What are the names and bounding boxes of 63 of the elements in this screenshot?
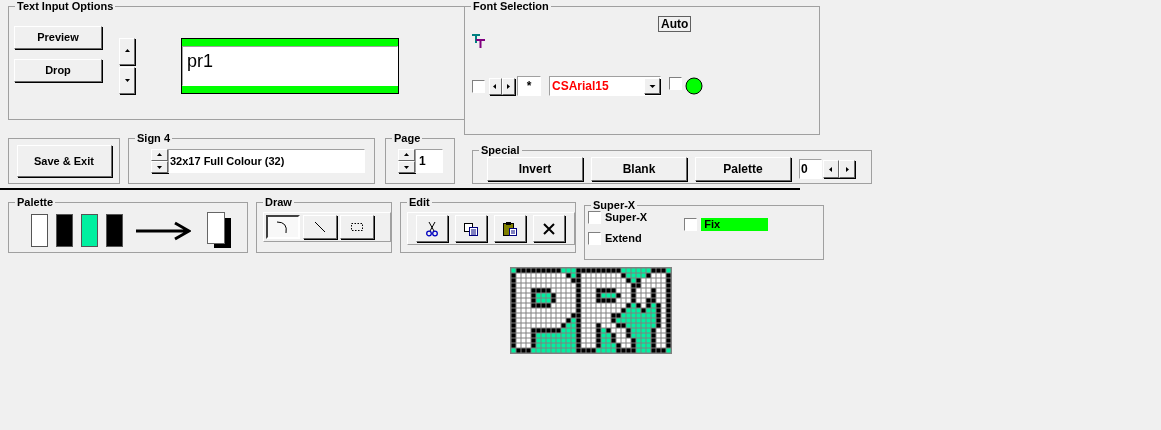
color-swatch[interactable] bbox=[81, 214, 98, 247]
arrow-left-button[interactable] bbox=[823, 160, 839, 178]
pixel-grid-drawing[interactable] bbox=[510, 267, 672, 354]
arrow-left-button[interactable] bbox=[489, 77, 502, 95]
checkbox[interactable] bbox=[588, 232, 601, 245]
color-swatch[interactable] bbox=[56, 214, 73, 247]
action-button[interactable]: Blank bbox=[591, 157, 687, 181]
spin-down-button[interactable] bbox=[119, 67, 135, 94]
group-title: Draw bbox=[264, 196, 293, 208]
rectangle-select-icon bbox=[350, 221, 364, 233]
status-dot-icon bbox=[685, 77, 703, 95]
arrow-down-icon bbox=[122, 76, 132, 85]
spin-up-button[interactable] bbox=[151, 149, 168, 161]
text-input-field[interactable]: pr1 bbox=[182, 46, 398, 86]
save-exit-button[interactable]: Save & Exit bbox=[16, 145, 112, 177]
group-title: Palette bbox=[16, 196, 55, 208]
copy-icon bbox=[463, 221, 479, 236]
clipboard-icon bbox=[502, 220, 518, 237]
group-title: Edit bbox=[408, 196, 431, 208]
action-button[interactable]: Drop bbox=[14, 59, 102, 82]
group-title: Super-X bbox=[592, 199, 637, 211]
font-icon bbox=[472, 34, 485, 48]
edit-tool-button[interactable] bbox=[533, 215, 565, 242]
page-field[interactable]: 1 bbox=[415, 149, 443, 173]
delete-icon bbox=[542, 221, 556, 236]
option-label: Fix bbox=[701, 218, 769, 231]
line-icon bbox=[313, 220, 327, 234]
group-title: Sign 4 bbox=[136, 132, 171, 144]
spin-field[interactable]: * bbox=[517, 76, 541, 96]
sign-type-field[interactable]: 32x17 Full Colour (32) bbox=[168, 149, 365, 173]
auto-button[interactable]: Auto bbox=[658, 16, 692, 32]
font-dropdown[interactable]: CSArial15 bbox=[549, 76, 661, 96]
group-title: Special bbox=[480, 144, 521, 156]
action-button[interactable]: Palette bbox=[695, 157, 791, 181]
color-swatch[interactable] bbox=[31, 214, 48, 247]
arrow-right-button[interactable] bbox=[839, 160, 855, 178]
group-title: Page bbox=[393, 132, 422, 144]
edit-tool-button[interactable] bbox=[455, 215, 487, 242]
edit-tool-button[interactable] bbox=[494, 215, 526, 242]
color-swatch[interactable] bbox=[106, 214, 123, 247]
draw-tool-button[interactable] bbox=[266, 215, 300, 239]
group-title: Font Selection bbox=[472, 0, 550, 12]
value-field[interactable]: 0 bbox=[799, 159, 822, 179]
option-label: Extend bbox=[605, 232, 642, 245]
action-button[interactable]: Invert bbox=[487, 157, 583, 181]
option-label: Super-X bbox=[605, 211, 648, 224]
foreground-background-icon bbox=[207, 212, 232, 249]
curve-icon bbox=[276, 220, 290, 234]
spin-down-button[interactable] bbox=[151, 161, 168, 173]
spin-down-button[interactable] bbox=[398, 161, 415, 173]
scissors-icon bbox=[426, 220, 438, 237]
arrow-right-icon bbox=[504, 81, 513, 91]
checkbox[interactable] bbox=[472, 79, 485, 93]
edit-tool-button[interactable] bbox=[416, 215, 448, 242]
group-title: Text Input Options bbox=[16, 0, 115, 12]
action-button[interactable]: Preview bbox=[14, 26, 102, 49]
spin-up-button[interactable] bbox=[398, 149, 415, 161]
spin-up-button[interactable] bbox=[119, 38, 135, 65]
checkbox[interactable] bbox=[588, 211, 601, 224]
arrow-right-button[interactable] bbox=[502, 77, 515, 95]
arrow-right-icon bbox=[135, 220, 191, 241]
checkbox[interactable] bbox=[684, 218, 698, 231]
checkbox[interactable] bbox=[669, 77, 682, 91]
